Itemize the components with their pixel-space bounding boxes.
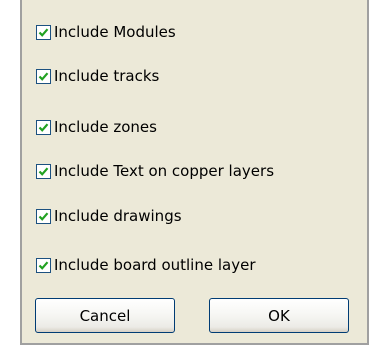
include-zones-label: Include zones bbox=[54, 118, 157, 136]
include-board-outline-layer-label: Include board outline layer bbox=[54, 256, 256, 274]
check-mark-icon bbox=[38, 27, 49, 37]
cancel-button[interactable]: Cancel bbox=[35, 298, 175, 333]
dialog: Include Modules Include tracks Include z… bbox=[20, 0, 369, 345]
check-mark-icon bbox=[38, 260, 49, 270]
include-zones-checkbox[interactable] bbox=[36, 119, 51, 135]
ok-button[interactable]: OK bbox=[209, 298, 349, 333]
include-text-on-copper-layers-label: Include Text on copper layers bbox=[54, 162, 275, 180]
check-mark-icon bbox=[38, 122, 49, 132]
include-drawings-checkbox[interactable] bbox=[36, 208, 51, 224]
include-text-on-copper-layers-checkbox[interactable] bbox=[36, 163, 51, 179]
include-board-outline-layer-checkbox[interactable] bbox=[36, 257, 51, 273]
include-drawings-label: Include drawings bbox=[54, 207, 182, 225]
include-modules-checkbox[interactable] bbox=[36, 24, 51, 40]
include-modules-label: Include Modules bbox=[54, 23, 176, 41]
include-text-on-copper-layers-option[interactable]: Include Text on copper layers bbox=[36, 159, 274, 183]
check-mark-icon bbox=[38, 166, 49, 176]
include-drawings-option[interactable]: Include drawings bbox=[36, 204, 182, 228]
include-modules-option[interactable]: Include Modules bbox=[36, 20, 176, 44]
include-zones-option[interactable]: Include zones bbox=[36, 115, 157, 139]
check-mark-icon bbox=[38, 211, 49, 221]
include-tracks-checkbox[interactable] bbox=[36, 68, 51, 84]
check-mark-icon bbox=[38, 71, 49, 81]
include-board-outline-layer-option[interactable]: Include board outline layer bbox=[36, 253, 256, 277]
include-tracks-label: Include tracks bbox=[54, 67, 160, 85]
include-tracks-option[interactable]: Include tracks bbox=[36, 64, 159, 88]
